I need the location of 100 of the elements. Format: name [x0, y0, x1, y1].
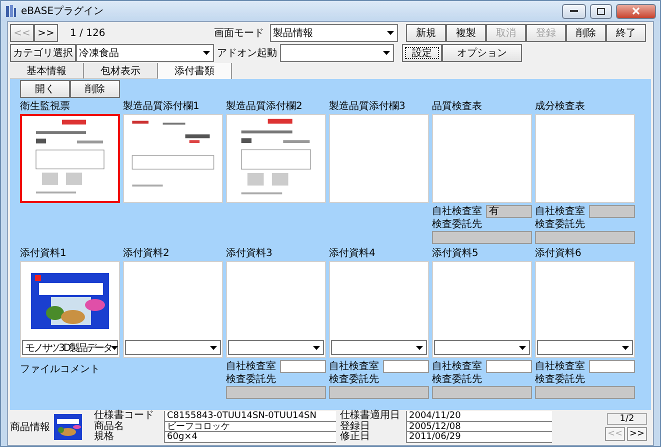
field-label: 自社検査室 — [226, 360, 276, 372]
file-type-select[interactable] — [434, 340, 530, 355]
next-button[interactable]: >> — [34, 24, 58, 42]
field-label: 検査委託先 — [535, 218, 585, 230]
dropdown-arrow-icon — [203, 51, 210, 55]
attachment-box[interactable] — [226, 261, 326, 358]
slot-label: 添付資料6 — [535, 247, 582, 260]
dropdown-arrow-icon — [416, 346, 423, 350]
options-button[interactable]: オプション — [442, 44, 522, 62]
mode-label: 画面モード — [214, 27, 265, 40]
field-label: 自社検査室 — [432, 360, 482, 372]
maximize-icon — [597, 8, 605, 14]
file-type-select[interactable] — [537, 340, 633, 355]
dropdown-arrow-icon — [111, 346, 118, 350]
outsource-field[interactable] — [432, 231, 532, 244]
in-house-field[interactable] — [589, 360, 635, 373]
outsource-field[interactable] — [535, 231, 635, 244]
field-label: 規格 — [94, 432, 115, 443]
field-label: 修正日 — [340, 432, 371, 443]
minimize-button[interactable] — [562, 4, 586, 18]
field-value: 2004/11/20 — [406, 411, 552, 422]
in-house-field[interactable] — [280, 360, 326, 373]
addon-select[interactable] — [280, 44, 394, 62]
tab[interactable]: 基本情報 — [10, 63, 84, 79]
file-type-select[interactable] — [331, 340, 427, 355]
close-icon — [632, 7, 640, 15]
attachment-box[interactable] — [329, 261, 429, 358]
field-label: 仕様書適用日 — [340, 411, 401, 422]
addon-label: アドオン起動 — [216, 46, 278, 60]
slot-label: 衛生監視票 — [20, 100, 71, 113]
attachment-box[interactable] — [123, 261, 223, 358]
slot-label: 成分検査表 — [535, 100, 586, 113]
product-info-label: 商品情報 — [10, 420, 50, 434]
outsource-field[interactable] — [226, 386, 326, 399]
field-value: 2011/06/29 — [406, 432, 552, 443]
slot-label: 品質検査表 — [432, 100, 483, 113]
record-counter: 1 / 126 — [69, 28, 106, 38]
toolbar-button[interactable]: 新規 — [406, 24, 446, 42]
field-label: 商品名 — [94, 422, 125, 432]
in-house-field[interactable]: 有 — [486, 205, 532, 218]
app-icon — [5, 4, 17, 18]
toolbar-button[interactable]: 複製 — [446, 24, 486, 42]
panel-button[interactable]: 開く — [20, 80, 70, 98]
slot-label: 添付資料5 — [432, 247, 480, 260]
slot-label: 製造品質添付欄3 — [329, 100, 406, 113]
category-select[interactable]: 冷凍食品 — [76, 44, 214, 62]
maximize-button[interactable] — [590, 4, 612, 18]
field-value: ビーフコロッケ — [164, 422, 336, 432]
slot-label: 添付資料1 — [20, 247, 68, 260]
file-type-select[interactable]: モノサツ3D製品データ — [22, 340, 118, 355]
outsource-field[interactable] — [432, 386, 532, 399]
field-label: 検査委託先 — [432, 374, 482, 386]
slot-label: 添付資料4 — [329, 247, 376, 260]
page-indicator: 1/2 — [607, 413, 647, 425]
dropdown-arrow-icon — [313, 346, 320, 350]
minimize-icon — [570, 10, 578, 12]
in-house-field[interactable] — [486, 360, 532, 373]
panel-button[interactable]: 削除 — [70, 80, 120, 98]
toolbar-button[interactable]: 削除 — [566, 24, 606, 42]
in-house-field[interactable] — [589, 205, 635, 218]
tab[interactable]: 添付書類 — [158, 63, 232, 79]
slot-label: 製造品質添付欄1 — [123, 100, 200, 113]
settings-button[interactable]: 設定 — [402, 44, 442, 62]
attachment-box[interactable] — [535, 261, 635, 358]
field-value: 2005/12/08 — [406, 422, 552, 432]
dropdown-arrow-icon — [383, 51, 390, 55]
field-value: 60g×4 — [164, 432, 336, 443]
slot-label: 製造品質添付欄2 — [226, 100, 304, 113]
outsource-field[interactable] — [535, 386, 635, 399]
field-label: 検査委託先 — [329, 374, 379, 386]
tab[interactable]: 包材表示 — [84, 63, 158, 79]
field-label: 検査委託先 — [432, 218, 482, 230]
field-label: 登録日 — [340, 422, 371, 432]
field-label: 自社検査室 — [329, 360, 379, 372]
close-button[interactable] — [616, 4, 656, 18]
field-value: C8155843-0TUU14SN-0TUU14SN — [164, 411, 336, 422]
dropdown-arrow-icon — [387, 31, 394, 35]
attachment-box[interactable]: モノサツ3D製品データ — [20, 261, 120, 358]
attachment-box[interactable] — [432, 261, 532, 358]
slot-label: 添付資料2 — [123, 247, 170, 260]
file-comment-label: ファイルコメント — [20, 364, 101, 376]
next-button[interactable]: >> — [627, 427, 647, 441]
dropdown-arrow-icon — [210, 346, 217, 350]
outsource-field[interactable] — [329, 386, 429, 399]
file-type-select[interactable] — [125, 340, 221, 355]
window-title: eBASEプラグイン — [21, 4, 105, 18]
category-button[interactable]: カテゴリ選択 — [10, 44, 76, 62]
field-label: 仕様書コード — [94, 411, 155, 422]
slot-label: 添付資料3 — [226, 247, 274, 260]
field-label: 検査委託先 — [226, 374, 276, 386]
field-label: 自社検査室 — [535, 360, 585, 372]
field-label: 自社検査室 — [535, 206, 585, 218]
toolbar-button[interactable]: 終了 — [606, 24, 646, 42]
dropdown-arrow-icon — [622, 346, 629, 350]
file-type-select[interactable] — [228, 340, 324, 355]
mode-select[interactable]: 製品情報 — [270, 24, 398, 42]
in-house-field[interactable] — [383, 360, 429, 373]
field-label: 検査委託先 — [535, 374, 585, 386]
dropdown-arrow-icon — [519, 346, 526, 350]
field-label: 自社検査室 — [432, 206, 482, 218]
